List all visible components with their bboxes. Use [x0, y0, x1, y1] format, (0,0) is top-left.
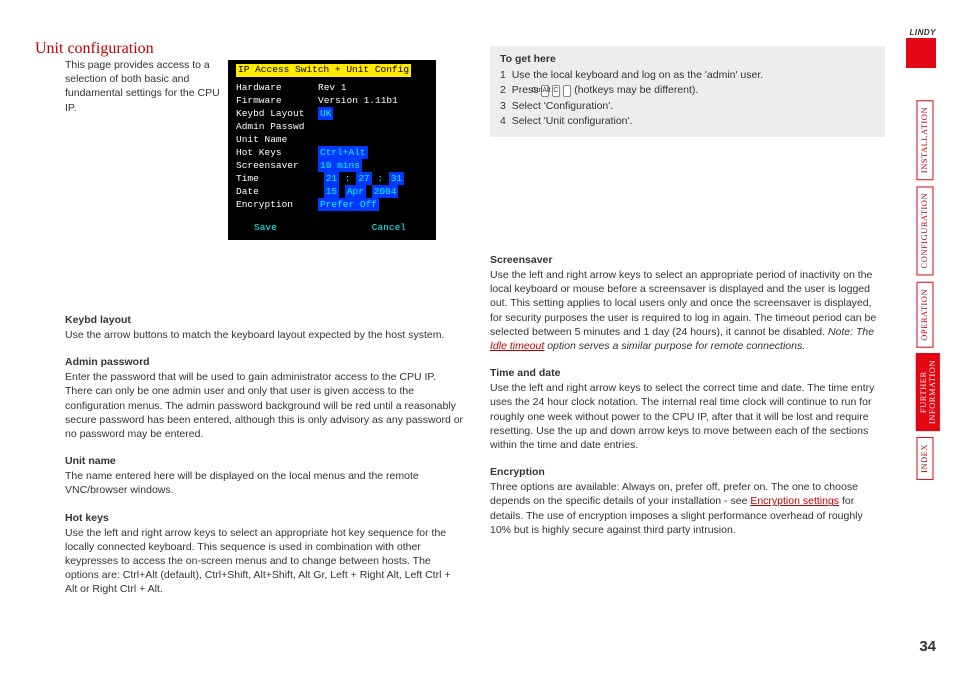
screensaver-label: Screensaver — [236, 159, 318, 172]
terminal-panel: IP Access Switch + Unit Config HardwareR… — [228, 60, 436, 240]
keybd-value[interactable]: UK — [318, 107, 333, 120]
rail-tab-configuration[interactable]: configuration — [916, 186, 933, 275]
time-m[interactable]: 27 — [356, 172, 371, 185]
tgh-step-3: 3 Select 'Configuration'. — [500, 99, 875, 113]
page-number: 34 — [919, 637, 936, 657]
para-unit-name: The name entered here will be displayed … — [65, 469, 465, 497]
tgh-step-1: 1 Use the local keyboard and log on as t… — [500, 68, 875, 82]
admin-label: Admin Passwd — [236, 120, 318, 133]
fw-value: Version 1.11b1 — [318, 95, 398, 106]
to-get-here-box: To get here 1 Use the local keyboard and… — [490, 46, 885, 137]
unitname-label: Unit Name — [236, 133, 318, 146]
hw-value: Rev 1 — [318, 82, 347, 93]
date-d[interactable]: 15 — [324, 185, 339, 198]
time-label: Time — [236, 172, 318, 185]
para-keybd-layout: Use the arrow buttons to match the keybo… — [65, 328, 465, 342]
hw-label: Hardware — [236, 81, 318, 94]
page-title: Unit configuration — [35, 38, 154, 60]
heading-screensaver: Screensaver — [490, 253, 885, 267]
date-m[interactable]: Apr — [345, 185, 366, 198]
save-button[interactable]: Save — [254, 222, 277, 233]
enc-label: Encryption — [236, 198, 318, 211]
heading-time-and-date: Time and date — [490, 366, 885, 380]
link-encryption-settings[interactable]: Encryption settings — [750, 495, 839, 507]
heading-encryption: Encryption — [490, 465, 885, 479]
heading-unit-name: Unit name — [65, 454, 465, 468]
hotkeys-value[interactable]: Ctrl+Alt — [318, 146, 368, 159]
para-encryption: Three options are available: Always on, … — [490, 480, 885, 537]
intro-text: This page provides access to a selection… — [65, 58, 220, 115]
date-y[interactable]: 2004 — [372, 185, 399, 198]
time-h[interactable]: 21 — [324, 172, 339, 185]
para-hot-keys: Use the left and right arrow keys to sel… — [65, 526, 465, 597]
fw-label: Firmware — [236, 94, 318, 107]
rail-tab-further-information[interactable]: furtherinformation — [916, 353, 940, 431]
heading-admin-password: Admin password — [65, 355, 465, 369]
enc-value[interactable]: Prefer Off — [318, 198, 379, 211]
screensaver-value[interactable]: 10 mins — [318, 159, 362, 172]
cancel-button[interactable]: Cancel — [372, 221, 406, 234]
tgh-step-4: 4 Select 'Unit configuration'. — [500, 114, 875, 128]
para-time-and-date: Use the left and right arrow keys to sel… — [490, 381, 885, 452]
hotkeys-label: Hot Keys — [236, 146, 318, 159]
date-label: Date — [236, 185, 318, 198]
link-idle-timeout[interactable]: Idle timeout — [490, 340, 544, 352]
para-screensaver: Use the left and right arrow keys to sel… — [490, 268, 885, 353]
tgh-step-2: 2 Press Ctrl Alt C (hotkeys may be diffe… — [500, 83, 875, 97]
rail-tab-operation[interactable]: operation — [916, 282, 933, 348]
time-s[interactable]: 31 — [389, 172, 404, 185]
rail-tab-index[interactable]: index — [916, 437, 933, 480]
para-admin-password: Enter the password that will be used to … — [65, 370, 465, 441]
brand-logo-icon — [906, 38, 936, 68]
terminal-title: IP Access Switch + Unit Config — [236, 64, 411, 77]
keybd-label: Keybd Layout — [236, 107, 318, 120]
heading-hot-keys: Hot keys — [65, 511, 465, 525]
heading-keybd-layout: Keybd layout — [65, 313, 465, 327]
to-get-here-heading: To get here — [500, 52, 875, 66]
rail-tab-installation[interactable]: installation — [916, 100, 933, 180]
